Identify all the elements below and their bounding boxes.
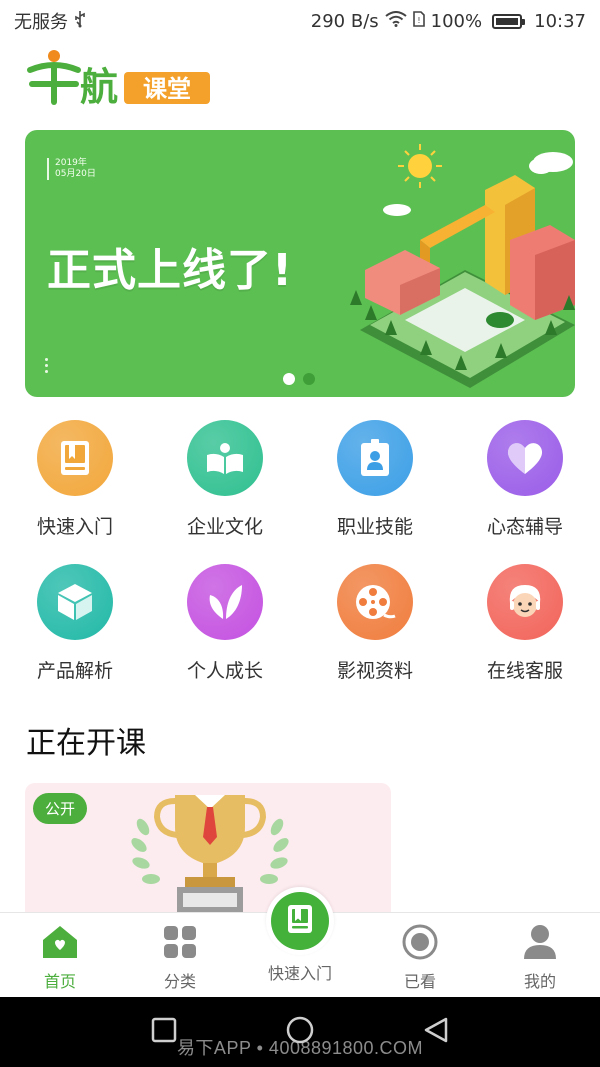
trophy-icon [131,795,289,913]
category-item[interactable]: 心态辅导 [450,420,600,564]
id-badge-icon [337,420,413,496]
pager-dot[interactable] [303,373,315,385]
nav-quick-start[interactable]: 快速入门 [240,887,360,997]
course-badge: 公开 [33,793,88,824]
home-icon [40,922,80,962]
leaf-icon [187,564,263,640]
nav-label-watched: 已看 [403,972,436,991]
banner-headline: 正式上线了! [47,245,294,296]
category-item[interactable]: 职业技能 [300,420,450,564]
battery-icon [492,13,526,29]
nav-label-mine: 我的 [523,972,556,991]
clock: 10:37 [534,10,586,32]
banner-pager [283,373,315,385]
campus-illustration [350,144,575,388]
category-item[interactable]: 个人成长 [150,564,300,708]
user-icon [520,922,560,962]
status-bar: 无服务 290 B/s ! 100% 10:37 [0,0,600,42]
usb-icon [74,10,86,32]
watermark: 易下APP • 4008891800.COM [176,1038,424,1058]
category-item[interactable]: 在线客服 [450,564,600,708]
sim-icon: ! [412,11,425,31]
support-agent-icon [487,564,563,640]
nav-mine[interactable]: 我的 [480,913,600,997]
course-card[interactable]: 公开 [25,783,391,923]
nav-watched[interactable]: 已看 [360,913,480,997]
network-speed: 290 B/s [310,10,379,32]
book-icon [285,903,315,939]
svg-text:!: ! [417,16,420,25]
nav-label-category: 分类 [163,972,196,991]
category-item[interactable]: 影视资料 [300,564,450,708]
app-logo: 航 课堂 [24,48,214,109]
watched-icon [400,922,440,962]
category-label: 职业技能 [336,516,413,538]
svg-text:航: 航 [80,65,118,108]
quick-start-fab[interactable] [266,887,334,955]
category-grid: 快速入门 企业文化 职业技能 心态辅导 产品解析 个人成长 影视资料 在线客服 [0,420,600,708]
battery-percent: 100% [430,10,483,32]
film-reel-icon [337,564,413,640]
cube-icon [37,564,113,640]
hero-banner[interactable]: 2019年 05月20日 正式上线了! [25,130,575,397]
category-item[interactable]: 产品解析 [0,564,150,708]
category-label: 影视资料 [336,660,413,682]
banner-date: 2019年 05月20日 [47,158,96,180]
book-icon [37,420,113,496]
category-item[interactable]: 快速入门 [0,420,150,564]
bottom-navigation: 首页 分类 快速入门 已看 我的 [0,887,600,997]
category-label: 快速入门 [36,516,113,538]
nav-category[interactable]: 分类 [120,913,240,997]
category-label: 个人成长 [186,660,263,682]
nav-label-home: 首页 [43,972,76,991]
carrier-label: 无服务 [14,12,68,33]
nav-label-quick-start: 快速入门 [267,964,332,983]
category-label: 在线客服 [486,660,563,682]
category-label: 心态辅导 [486,516,563,538]
category-label: 企业文化 [186,516,263,538]
nav-home[interactable]: 首页 [0,913,120,997]
category-item[interactable]: 企业文化 [150,420,300,564]
heart-icon [487,420,563,496]
category-label: 产品解析 [36,660,113,682]
banner-side-dots [45,358,49,376]
pager-dot[interactable] [283,373,295,385]
grid-icon [160,922,200,962]
open-book-icon [187,420,263,496]
svg-text:课堂: 课堂 [143,75,191,103]
wifi-icon [385,11,407,31]
section-title-now-open: 正在开课 [26,726,146,761]
